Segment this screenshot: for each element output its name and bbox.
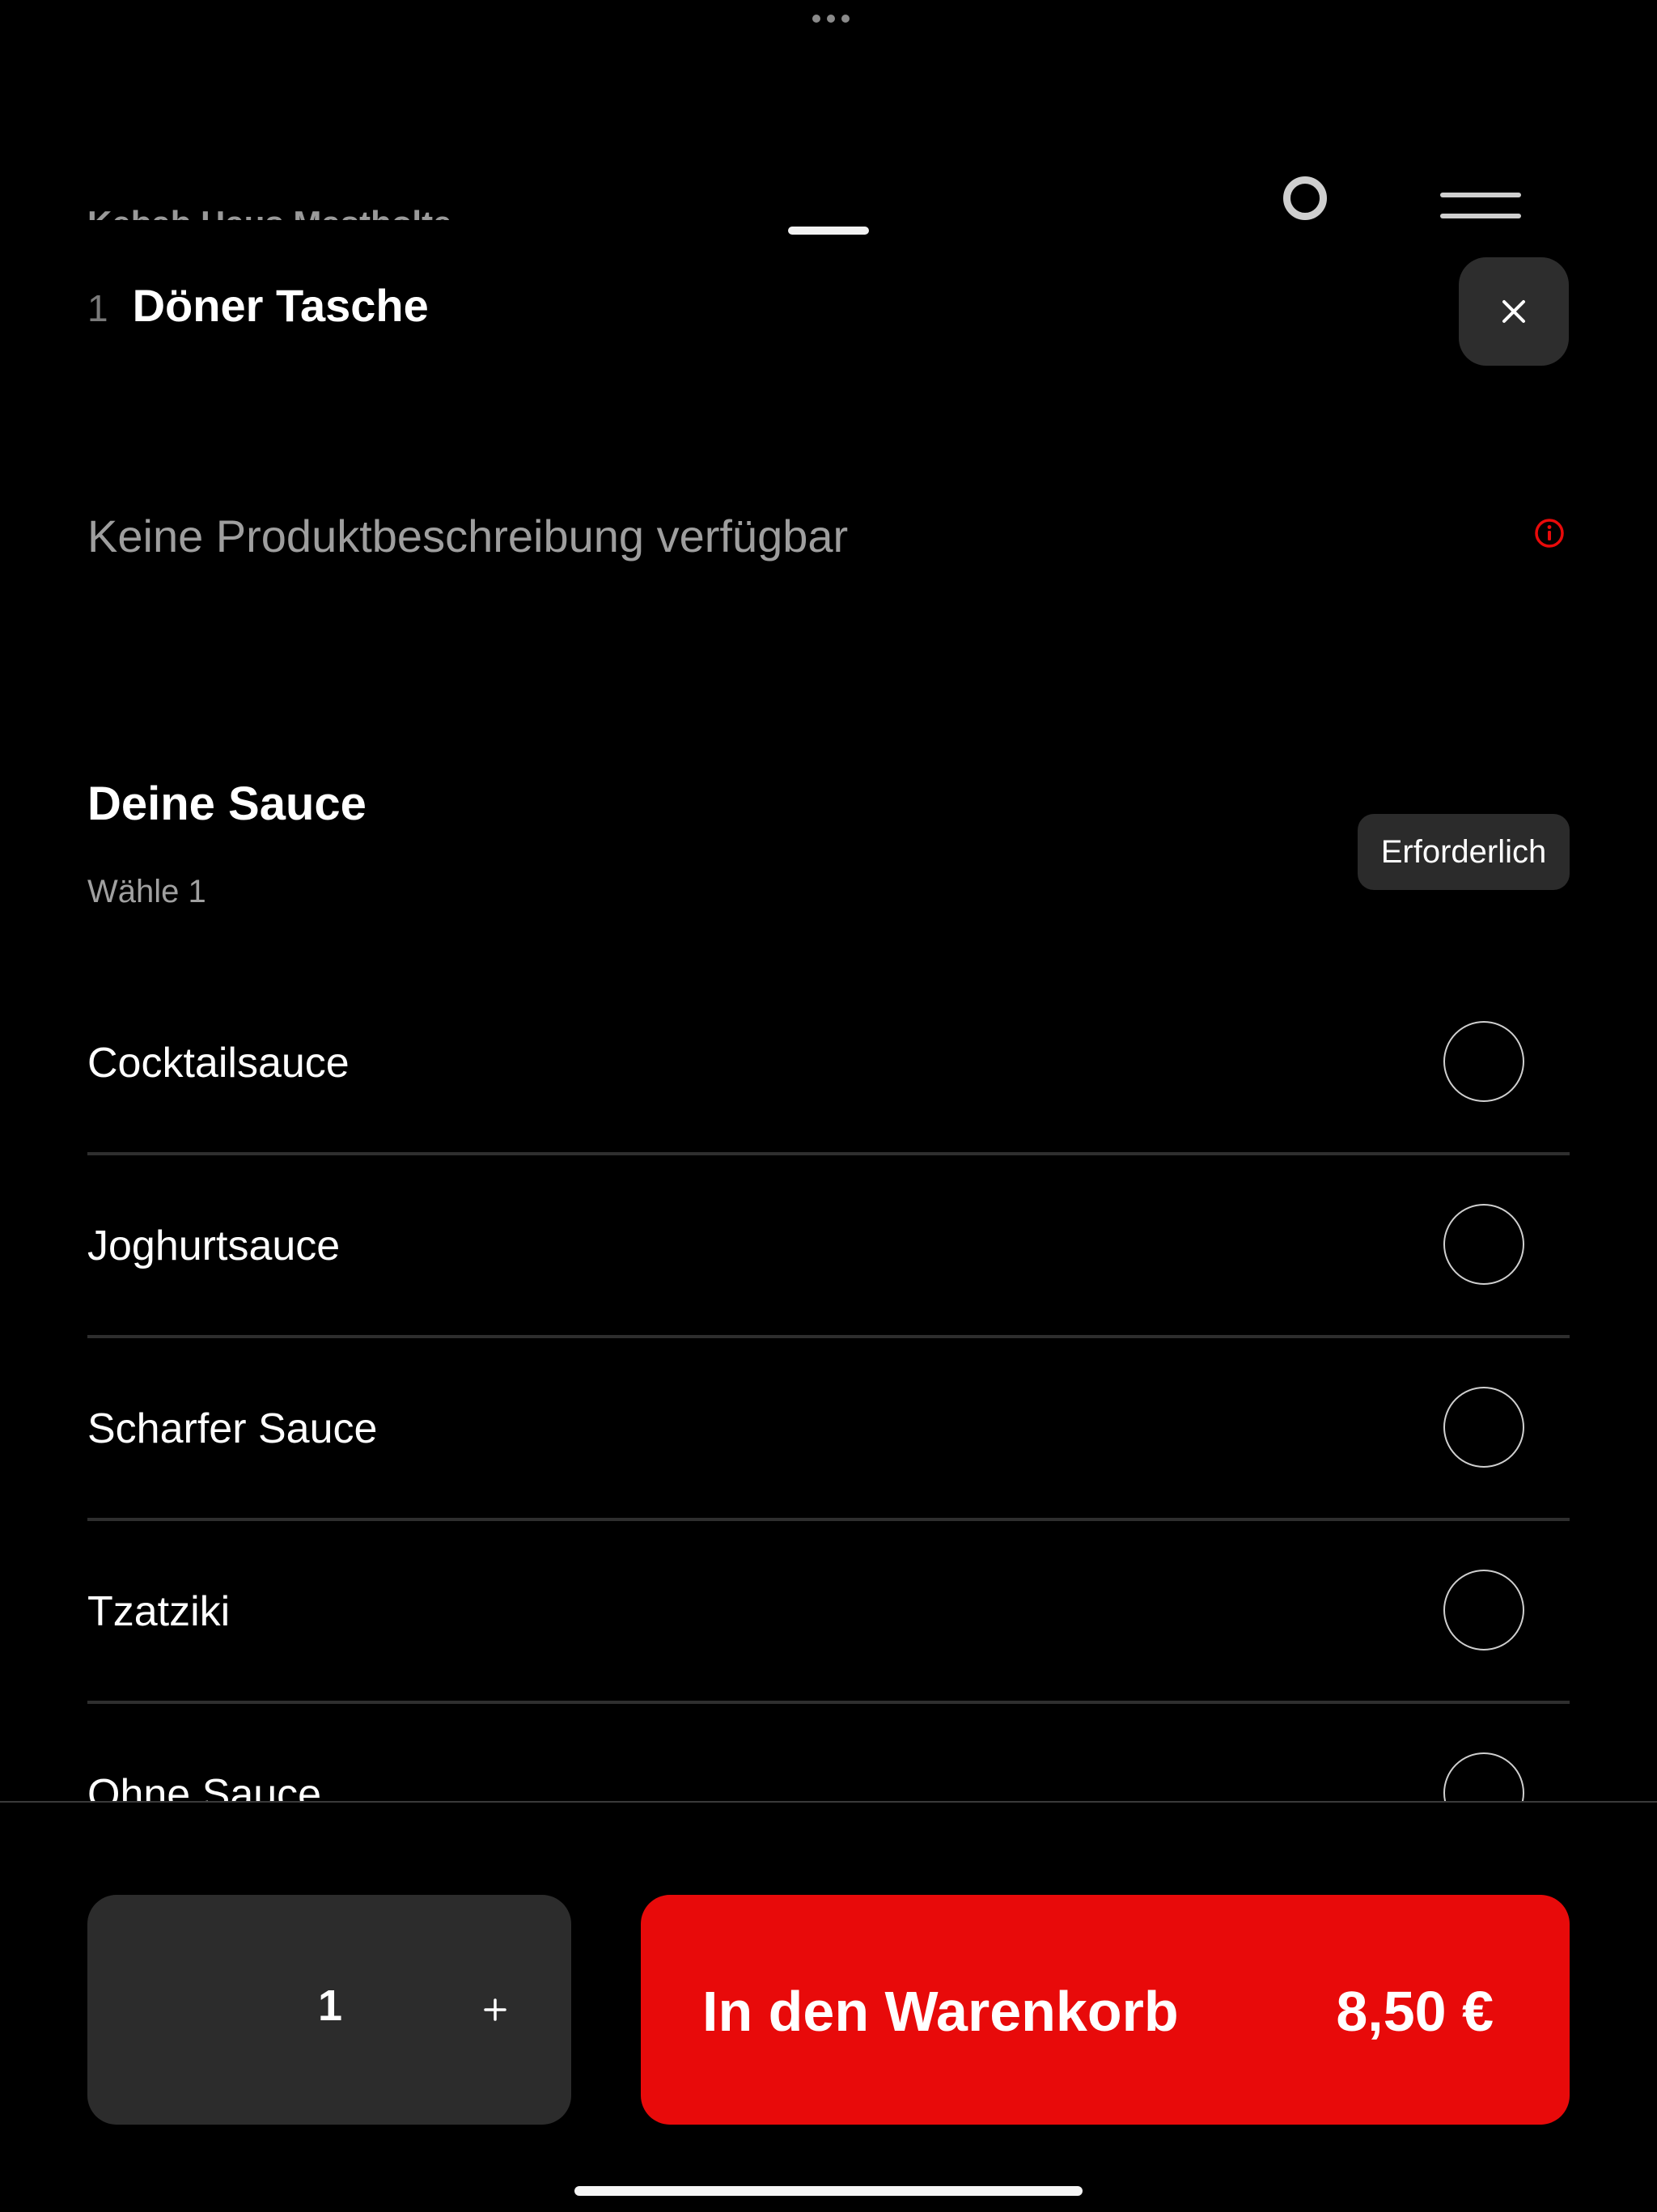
sauce-options-list: Cocktailsauce Joghurtsauce Scharfer Sauc… [87,973,1570,1801]
radio-button[interactable] [1443,1752,1524,1801]
sauce-option[interactable]: Scharfer Sauce [87,1338,1570,1521]
radio-button[interactable] [1443,1204,1524,1285]
product-title: Döner Tasche [132,280,429,331]
sauce-option-label: Cocktailsauce [87,1040,350,1087]
sauce-option[interactable]: Cocktailsauce [87,973,1570,1155]
sauce-option[interactable]: Joghurtsauce [87,1155,1570,1338]
background-restaurant-name: Kebab Haus Mastholte [87,199,451,220]
product-header: 1 Döner Tasche [87,279,429,332]
sauce-section-subtitle: Wähle 1 [87,874,206,909]
sheet-grabber[interactable] [788,227,869,235]
plus-icon [484,1998,506,2021]
background-menu-icon [1440,193,1521,220]
quantity-stepper: 1 [87,1895,571,2125]
sauce-section-title: Deine Sauce [87,778,367,830]
dot [812,15,820,23]
radio-button[interactable] [1443,1387,1524,1468]
radio-button[interactable] [1443,1021,1524,1102]
dot [827,15,835,23]
multitasking-dots[interactable] [812,15,850,23]
dot [841,15,850,23]
required-badge: Erforderlich [1358,814,1570,890]
sauce-option-label: Tzatziki [87,1588,231,1635]
sauce-option[interactable]: Tzatziki [87,1521,1570,1704]
close-icon [1502,300,1525,323]
sauce-option-label: Scharfer Sauce [87,1405,378,1452]
product-description: Keine Produktbeschreibung verfügbar [87,511,849,561]
add-to-cart-button[interactable]: In den Warenkorb 8,50 € [641,1895,1570,2125]
sauce-option-label: Ohne Sauce [87,1771,322,1801]
background-status-icon [1283,176,1327,220]
quantity-value: 1 [317,1981,343,2030]
close-button[interactable] [1459,257,1569,366]
sauce-option-label: Joghurtsauce [87,1223,341,1269]
total-price: 8,50 € [1336,1980,1494,2043]
sauce-option[interactable]: Ohne Sauce [87,1704,1570,1801]
add-to-cart-label: In den Warenkorb [702,1980,1179,2043]
product-quantity-prefix: 1 [87,287,108,329]
increment-button[interactable] [463,1977,528,2042]
info-icon[interactable] [1534,518,1565,549]
home-indicator[interactable] [574,2186,1083,2196]
radio-button[interactable] [1443,1570,1524,1651]
bottom-action-bar: 1 In den Warenkorb 8,50 € [0,1801,1657,2212]
